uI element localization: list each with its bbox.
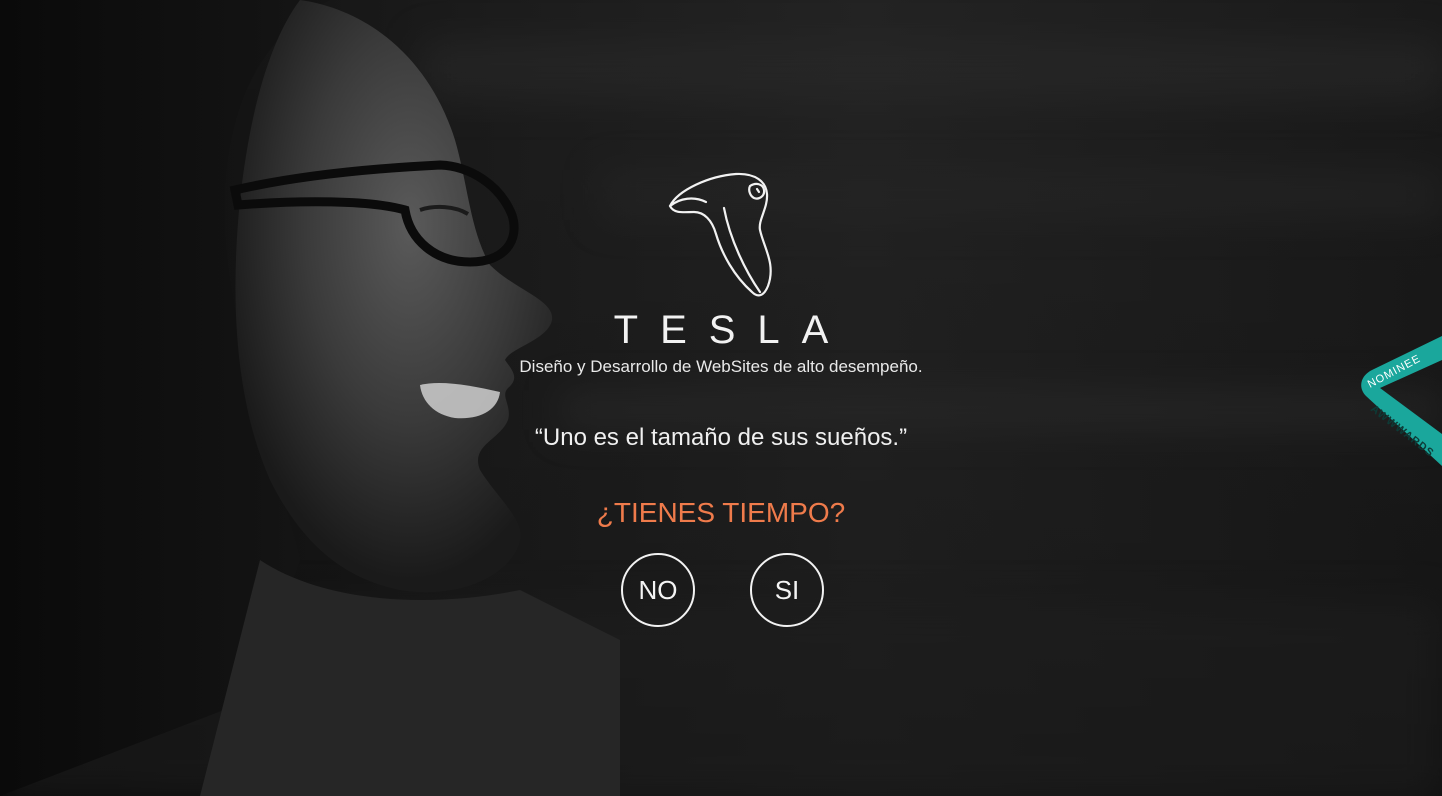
time-question: ¿TIENES TIEMPO? [596, 497, 846, 528]
yes-button[interactable]: SI [750, 553, 824, 627]
brand-wordmark: TESLA [613, 308, 851, 352]
brand-tagline: Diseño y Desarrollo de WebSites de alto … [519, 357, 923, 376]
hero-quote: “Uno es el tamaño de sus sueños.” [534, 424, 908, 451]
no-button[interactable]: NO [621, 553, 695, 627]
awwwards-nominee-ribbon[interactable]: NOMINEE AWWWARDS [1352, 330, 1442, 470]
landing-stage: TESLA Diseño y Desarrollo de WebSites de… [0, 0, 1442, 796]
owl-logo-icon [668, 172, 772, 297]
hero-center: TESLA Diseño y Desarrollo de WebSites de… [0, 0, 1442, 796]
